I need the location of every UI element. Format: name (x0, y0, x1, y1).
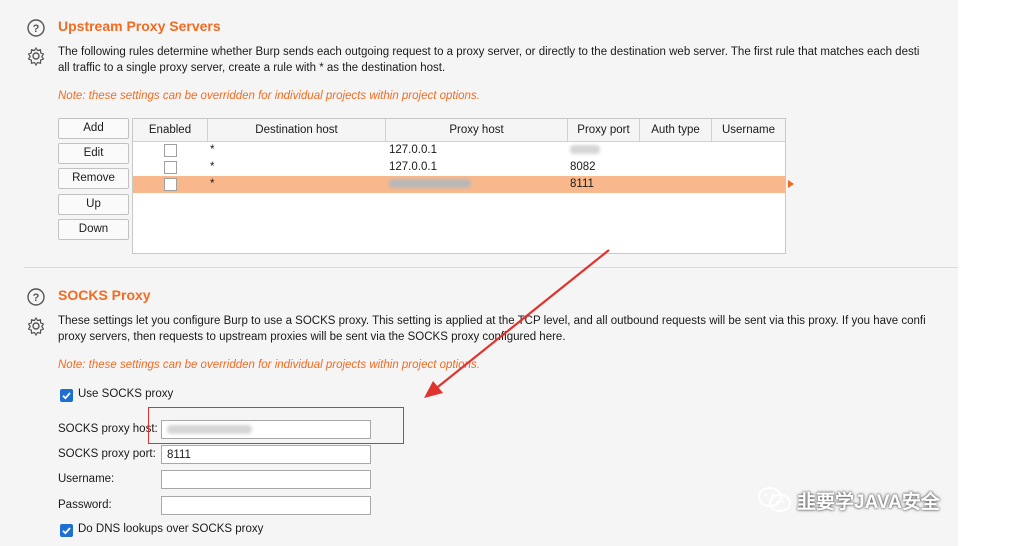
watermark-text: 韭要学JAVA安全 (797, 492, 940, 513)
annotation-arrow (424, 249, 610, 398)
wechat-icon (757, 486, 793, 514)
